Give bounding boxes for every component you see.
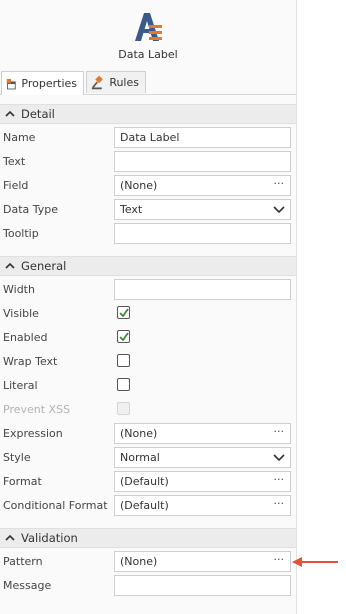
- property-row-enabled: Enabled: [0, 326, 296, 350]
- tab-rules-label: Rules: [109, 76, 139, 89]
- tab-properties[interactable]: Properties: [1, 71, 84, 95]
- conditional-format-ellipsis-button[interactable]: ...: [274, 494, 285, 507]
- literal-checkbox[interactable]: [117, 378, 130, 391]
- property-row-message: Message: [0, 574, 296, 598]
- tooltip-label: Tooltip: [3, 227, 39, 240]
- property-row-visible: Visible: [0, 302, 296, 326]
- property-row-wrap-text: Wrap Text: [0, 350, 296, 374]
- gavel-icon: [91, 75, 103, 89]
- property-row-format: Format (Default) ...: [0, 470, 296, 494]
- section-validation-header[interactable]: Validation: [0, 528, 296, 548]
- tooltip-input[interactable]: [114, 223, 291, 244]
- section-general-title: General: [21, 259, 67, 273]
- width-label: Width: [3, 283, 35, 296]
- properties-panel: Data Label Properties Rules Detail Name …: [0, 0, 297, 614]
- pattern-value: (None): [120, 555, 158, 568]
- field-picker[interactable]: (None) ...: [114, 174, 291, 196]
- tab-bar: Properties Rules: [0, 70, 296, 95]
- section-validation-title: Validation: [21, 531, 78, 545]
- property-row-conditional-format: Conditional Format (Default) ...: [0, 494, 296, 518]
- data-type-select[interactable]: Text: [114, 199, 291, 220]
- message-input[interactable]: [114, 575, 291, 596]
- property-row-literal: Literal: [0, 374, 296, 398]
- tab-properties-label: Properties: [21, 77, 77, 90]
- field-value: (None): [120, 179, 158, 192]
- pattern-ellipsis-button[interactable]: ...: [274, 550, 285, 563]
- literal-label: Literal: [3, 379, 38, 392]
- conditional-format-picker[interactable]: (Default) ...: [114, 494, 291, 516]
- chevron-down-icon: [273, 206, 285, 214]
- conditional-format-label: Conditional Format: [3, 499, 108, 512]
- pattern-label: Pattern: [3, 555, 43, 568]
- section-general-header[interactable]: General: [0, 256, 296, 276]
- style-value: Normal: [120, 451, 160, 464]
- property-row-expression: Expression (None) ...: [0, 422, 296, 446]
- enabled-label: Enabled: [3, 331, 48, 344]
- name-label: Name: [3, 131, 36, 144]
- property-row-data-type: Data Type Text: [0, 198, 296, 222]
- property-row-pattern: Pattern (None) ...: [0, 550, 296, 574]
- name-input[interactable]: Data Label: [114, 127, 291, 148]
- prevent-xss-checkbox: [117, 402, 130, 415]
- property-row-prevent-xss: Prevent XSS: [0, 398, 296, 422]
- data-label-icon: [135, 13, 162, 41]
- property-row-name: Name Data Label: [0, 126, 296, 150]
- format-label: Format: [3, 475, 42, 488]
- properties-icon: [6, 78, 16, 89]
- data-type-label: Data Type: [3, 203, 59, 216]
- property-row-field: Field (None) ...: [0, 174, 296, 198]
- property-row-tooltip: Tooltip: [0, 222, 296, 246]
- format-value: (Default): [120, 475, 169, 488]
- tab-rules[interactable]: Rules: [86, 71, 146, 93]
- property-row-text: Text: [0, 150, 296, 174]
- enabled-checkbox[interactable]: [117, 330, 130, 343]
- pattern-picker[interactable]: (None) ...: [114, 550, 291, 572]
- prevent-xss-label: Prevent XSS: [3, 403, 71, 416]
- data-type-value: Text: [120, 203, 143, 216]
- wrap-text-checkbox[interactable]: [117, 354, 130, 367]
- width-input[interactable]: [114, 279, 291, 300]
- section-detail-title: Detail: [21, 107, 55, 121]
- control-title: Data Label: [118, 48, 178, 61]
- control-header: Data Label: [0, 0, 296, 70]
- text-input[interactable]: [114, 151, 291, 172]
- visible-label: Visible: [3, 307, 39, 320]
- expression-label: Expression: [3, 427, 63, 440]
- field-label: Field: [3, 179, 29, 192]
- wrap-text-label: Wrap Text: [3, 355, 58, 368]
- expression-ellipsis-button[interactable]: ...: [274, 422, 285, 435]
- chevron-up-icon: [5, 534, 15, 541]
- pointer-arrow-icon: [292, 557, 338, 567]
- checkmark-icon: [119, 308, 129, 318]
- property-row-style: Style Normal: [0, 446, 296, 470]
- expression-picker[interactable]: (None) ...: [114, 422, 291, 444]
- chevron-up-icon: [5, 110, 15, 117]
- style-label: Style: [3, 451, 31, 464]
- expression-value: (None): [120, 427, 158, 440]
- format-picker[interactable]: (Default) ...: [114, 470, 291, 492]
- visible-checkbox[interactable]: [117, 306, 130, 319]
- field-ellipsis-button[interactable]: ...: [274, 174, 285, 187]
- chevron-down-icon: [273, 454, 285, 462]
- property-row-width: Width: [0, 278, 296, 302]
- style-select[interactable]: Normal: [114, 447, 291, 468]
- format-ellipsis-button[interactable]: ...: [274, 470, 285, 483]
- checkmark-icon: [119, 332, 129, 342]
- message-label: Message: [3, 579, 52, 592]
- section-detail-header[interactable]: Detail: [0, 104, 296, 124]
- conditional-format-value: (Default): [120, 499, 169, 512]
- chevron-up-icon: [5, 262, 15, 269]
- text-label: Text: [3, 155, 26, 168]
